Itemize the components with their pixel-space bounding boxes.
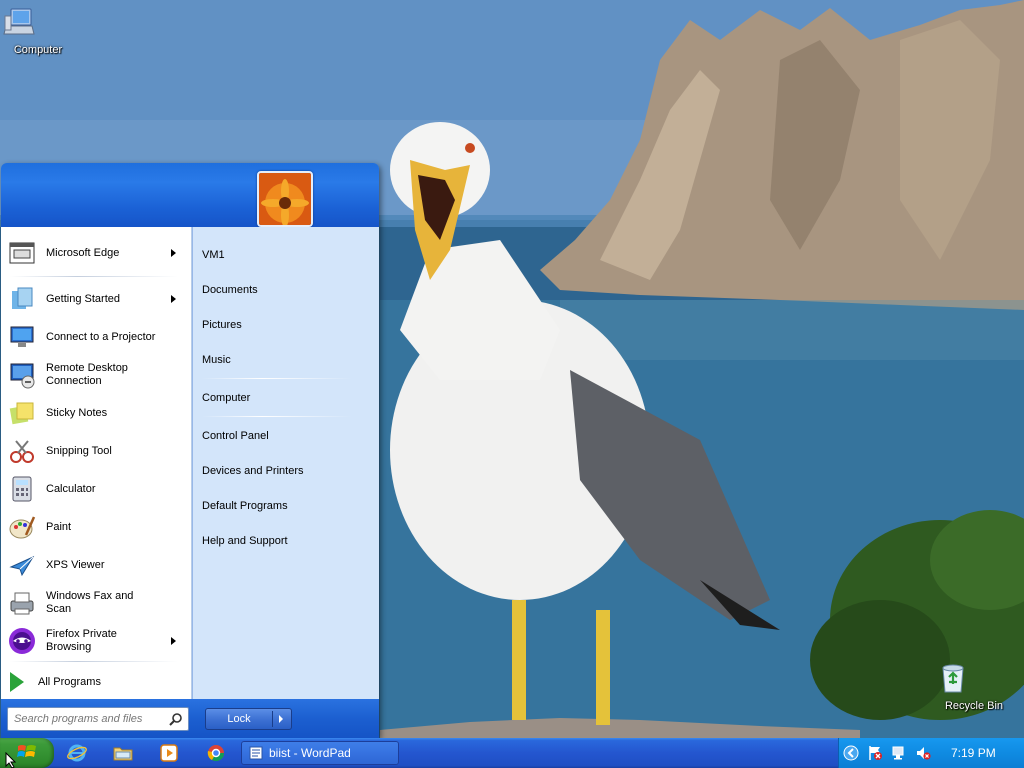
recycle-bin-icon xyxy=(942,662,992,698)
pinned-item-label: Remote Desktop Connection xyxy=(46,362,128,387)
search-icon[interactable] xyxy=(169,712,183,726)
pinned-item-label: Microsoft Edge xyxy=(46,246,120,259)
place-control-panel[interactable]: Control Panel xyxy=(202,430,269,442)
edge-icon xyxy=(6,237,38,269)
place-devices-printers[interactable]: Devices and Printers xyxy=(202,465,304,477)
pinned-item-label: Windows Fax and Scan xyxy=(46,590,134,615)
place-vm1[interactable]: VM1 xyxy=(202,249,225,261)
pinned-item-xps-viewer[interactable]: XPS Viewer xyxy=(6,547,182,583)
pinned-item-paint[interactable]: Paint xyxy=(6,509,182,545)
separator xyxy=(202,378,352,379)
calculator-icon xyxy=(6,473,38,505)
place-documents[interactable]: Documents xyxy=(202,284,258,296)
separator xyxy=(202,416,352,417)
place-default-programs[interactable]: Default Programs xyxy=(202,500,288,512)
pinned-item-fax-scan[interactable]: Windows Fax and Scan xyxy=(6,585,182,621)
desktop-icon-computer[interactable]: Computer xyxy=(2,6,74,56)
windows-logo-icon xyxy=(17,743,37,764)
separator xyxy=(10,276,178,277)
fax-scan-icon xyxy=(6,587,38,619)
mouse-cursor-icon xyxy=(5,752,17,768)
taskbar: biist - WordPad 7:19 PM xyxy=(0,738,1024,768)
submenu-arrow-icon xyxy=(171,637,176,645)
system-tray: 7:19 PM xyxy=(838,738,1024,768)
pinned-item-getting-started[interactable]: Getting Started xyxy=(6,281,182,317)
xps-viewer-icon xyxy=(6,549,38,581)
volume-muted-icon[interactable] xyxy=(915,745,931,761)
all-programs-button[interactable]: All Programs xyxy=(6,667,182,697)
submenu-arrow-icon xyxy=(171,295,176,303)
all-programs-label: All Programs xyxy=(38,676,101,688)
media-player-icon[interactable] xyxy=(158,742,180,764)
desktop-icon-recycle-bin[interactable]: Recycle Bin xyxy=(938,662,1010,712)
separator xyxy=(10,661,178,662)
paint-icon xyxy=(6,511,38,543)
places-panel xyxy=(192,227,379,699)
projector-icon xyxy=(6,321,38,353)
desktop-icon-label: Recycle Bin xyxy=(944,700,1004,712)
clock[interactable]: 7:19 PM xyxy=(951,738,996,768)
place-music[interactable]: Music xyxy=(202,354,231,366)
place-computer[interactable]: Computer xyxy=(202,392,250,404)
lock-label: Lock xyxy=(227,713,251,725)
pinned-item-sticky-notes[interactable]: Sticky Notes xyxy=(6,395,182,431)
pinned-item-label: Getting Started xyxy=(46,292,120,305)
pinned-item-label: Paint xyxy=(46,520,72,533)
pinned-item-calculator[interactable]: Calculator xyxy=(6,471,182,507)
pinned-item-label: Calculator xyxy=(46,482,96,495)
play-arrow-icon xyxy=(10,672,24,692)
firefox-private-icon xyxy=(6,625,38,657)
pinned-item-remote-desktop[interactable]: Remote Desktop Connection xyxy=(6,357,182,393)
pinned-item-label: Connect to a Projector xyxy=(46,330,156,343)
pinned-item-label: XPS Viewer xyxy=(46,558,105,571)
pinned-item-snipping-tool[interactable]: Snipping Tool xyxy=(6,433,182,469)
submenu-arrow-icon xyxy=(171,249,176,257)
network-icon[interactable] xyxy=(891,745,907,761)
chrome-icon[interactable] xyxy=(205,742,227,764)
sticky-notes-icon xyxy=(6,397,38,429)
snipping-tool-icon xyxy=(6,435,38,467)
user-avatar[interactable] xyxy=(257,171,313,227)
remote-desktop-icon xyxy=(6,359,38,391)
getting-started-icon xyxy=(6,283,38,315)
search-input[interactable] xyxy=(14,711,164,727)
place-pictures[interactable]: Pictures xyxy=(202,319,242,331)
pinned-item-label: Sticky Notes xyxy=(46,406,108,419)
taskbar-window-label: biist - WordPad xyxy=(269,746,351,760)
desktop-icon-label: Computer xyxy=(13,44,63,56)
pinned-item-firefox-private[interactable]: Firefox Private Browsing xyxy=(6,623,182,659)
computer-icon xyxy=(3,6,56,42)
internet-explorer-icon[interactable] xyxy=(66,742,88,764)
lock-options-arrow-icon[interactable] xyxy=(272,711,289,727)
pinned-item-microsoft-edge[interactable]: Microsoft Edge xyxy=(6,235,182,271)
start-menu-header xyxy=(1,163,379,227)
pinned-item-connect-projector[interactable]: Connect to a Projector xyxy=(6,319,182,355)
file-explorer-icon[interactable] xyxy=(112,742,134,764)
taskbar-window-wordpad[interactable]: biist - WordPad xyxy=(241,741,399,765)
pinned-item-label: Snipping Tool xyxy=(46,444,112,457)
lock-button[interactable]: Lock xyxy=(205,708,292,730)
wordpad-icon xyxy=(249,746,263,760)
search-box[interactable] xyxy=(7,707,189,731)
place-help-support[interactable]: Help and Support xyxy=(202,535,288,547)
show-hidden-icons-icon[interactable] xyxy=(843,745,859,761)
action-center-flag-icon[interactable] xyxy=(867,745,883,761)
pinned-item-label: Firefox Private Browsing xyxy=(46,628,117,653)
